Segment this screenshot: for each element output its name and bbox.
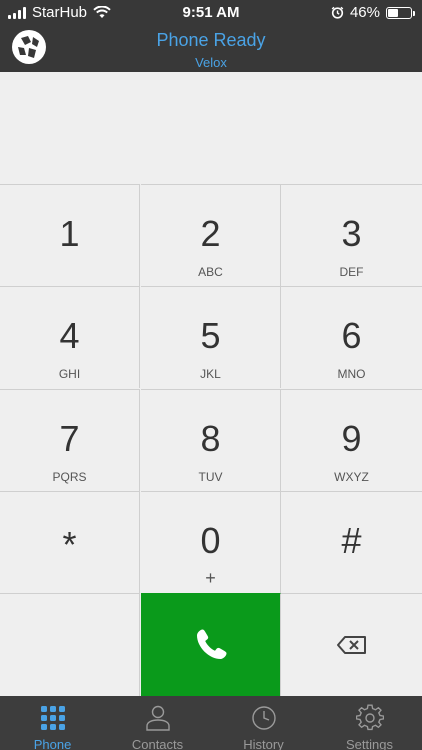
tab-label: Phone [33,737,72,750]
key-4[interactable]: 4 GHI [0,286,140,388]
battery-percent: 46% [349,4,380,21]
call-button[interactable] [141,593,281,696]
key-digit: 2 [200,213,221,254]
key-1[interactable]: 1 [0,184,140,286]
status-right: 46% [331,4,415,21]
tab-label: Settings [346,737,393,750]
clock-icon [251,706,276,730]
tab-label: Contacts [131,737,184,750]
key-digit: 3 [341,213,362,254]
key-letters: PQRS [52,470,87,484]
person-icon [145,705,170,731]
key-letters: JKL [200,367,221,381]
tab-history[interactable]: History [211,696,316,750]
key-letters: TUV [198,470,223,484]
key-9[interactable]: 9 WXYZ [281,389,422,491]
key-digit: 5 [200,315,221,356]
tab-bar: Phone Contacts History Settings [0,696,422,750]
key-5[interactable]: 5 JKL [141,286,281,388]
dial-keypad: 1 2 ABC 3 DEF 4 GHI 5 JKL 6 MNO 7 PQRS 8… [0,184,422,696]
app-header: StarHub 9:51 AM 46% Phone Ready Velox [0,0,422,72]
key-digit: 1 [59,213,80,254]
alarm-icon [331,6,344,19]
key-letters: MNO [337,367,366,381]
key-letters: WXYZ [334,470,369,484]
tab-settings[interactable]: Settings [317,696,422,750]
tab-phone[interactable]: Phone [0,696,105,750]
key-digit: 6 [341,315,362,356]
key-digit: 9 [341,418,362,459]
key-letters: ABC [198,265,223,279]
key-hash[interactable]: # [281,491,422,593]
keypad-icon [40,706,65,730]
delete-button[interactable] [281,593,422,696]
key-3[interactable]: 3 DEF [281,184,422,286]
key-letters: GHI [58,367,81,381]
empty-key [0,593,140,696]
key-digit: 0 [200,520,221,561]
phone-icon [196,629,226,659]
key-2[interactable]: 2 ABC [141,184,281,286]
status-bar: StarHub 9:51 AM 46% [0,0,422,24]
key-digit: * [62,524,77,565]
key-digit: 4 [59,315,80,356]
backspace-icon [336,636,366,654]
key-digit: 7 [59,418,80,459]
key-8[interactable]: 8 TUV [141,389,281,491]
key-7[interactable]: 7 PQRS [0,389,140,491]
key-6[interactable]: 6 MNO [281,286,422,388]
number-display[interactable] [0,72,422,184]
key-digit: 8 [200,418,221,459]
key-star[interactable]: * [0,491,140,593]
key-letters: DEF [339,265,364,279]
tab-contacts[interactable]: Contacts [105,696,210,750]
key-0[interactable]: 0 + [141,491,281,593]
key-letters: + [205,568,216,588]
gear-icon [355,704,384,731]
page-title: Phone Ready [156,30,266,50]
key-digit: # [341,520,362,561]
tab-label: History [243,737,284,750]
page-subtitle: Velox [195,55,227,70]
battery-icon [386,6,415,19]
